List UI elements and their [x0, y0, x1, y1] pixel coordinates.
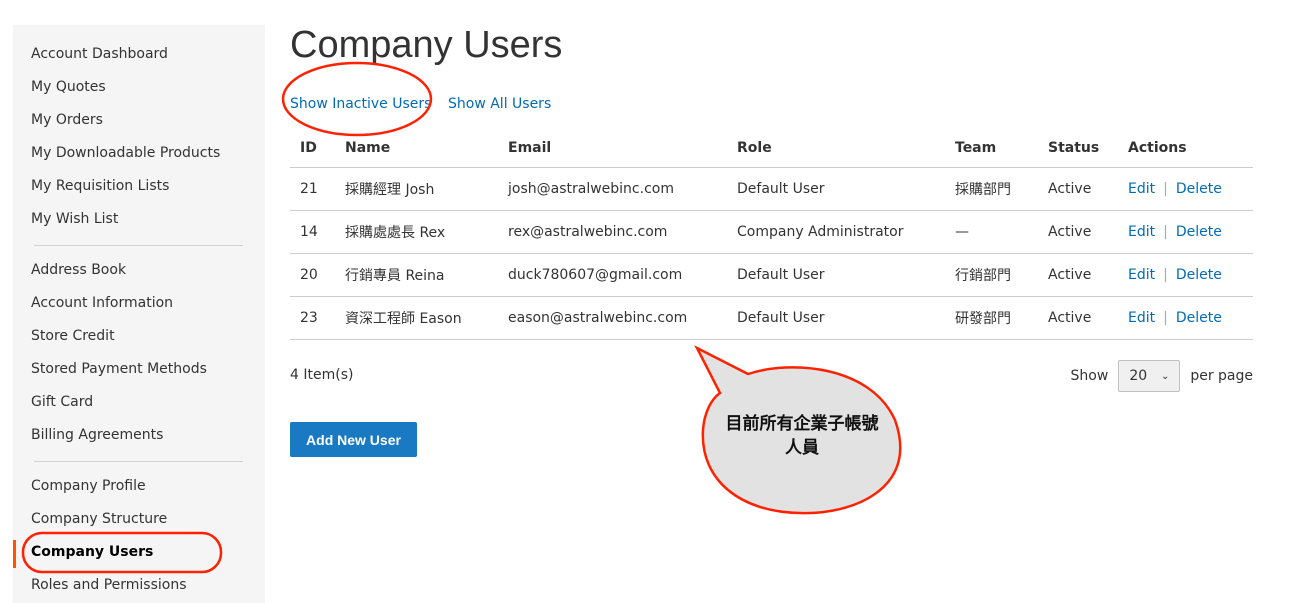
- callout-line-2: 人員: [785, 438, 819, 458]
- edit-link[interactable]: Edit: [1128, 310, 1155, 326]
- cell-actions: Edit | Delete: [1118, 253, 1253, 297]
- per-page-label: per page: [1190, 368, 1253, 384]
- sidebar-item-billing-agreements[interactable]: Billing Agreements: [31, 427, 163, 443]
- sidebar-item-my-orders[interactable]: My Orders: [31, 112, 103, 128]
- cell-status: Active: [1038, 167, 1118, 211]
- col-id: ID: [290, 130, 335, 168]
- sidebar-item-address-book[interactable]: Address Book: [31, 262, 126, 278]
- table-row: 20 行銷專員 Reina duck780607@gmail.com Default …: [290, 253, 1253, 297]
- cell-role: Company Administrator: [727, 210, 945, 254]
- page-title: Company Users: [290, 24, 563, 66]
- edit-link[interactable]: Edit: [1128, 267, 1155, 283]
- cell-id: 21: [290, 167, 335, 211]
- sidebar-item-gift-card[interactable]: Gift Card: [31, 394, 93, 410]
- delete-link[interactable]: Delete: [1176, 181, 1222, 197]
- cell-id: 14: [290, 210, 335, 254]
- col-team: Team: [945, 130, 1038, 168]
- col-role: Role: [727, 130, 945, 168]
- cell-email: duck780607@gmail.com: [498, 253, 727, 297]
- cell-email: eason@astralwebinc.com: [498, 296, 727, 340]
- per-page-select[interactable]: 20 ⌄: [1118, 360, 1181, 392]
- action-separator: |: [1163, 309, 1168, 326]
- callout-text: 目前所有企業子帳號 人員: [712, 412, 892, 460]
- cell-id: 20: [290, 253, 335, 297]
- sidebar-divider: [34, 245, 243, 246]
- add-new-user-button[interactable]: Add New User: [290, 422, 417, 457]
- sidebar-item-my-wish-list[interactable]: My Wish List: [31, 211, 118, 227]
- col-email: Email: [498, 130, 727, 168]
- delete-link[interactable]: Delete: [1176, 224, 1222, 240]
- account-sidebar: Account Dashboard My Quotes My Orders My Do…: [13, 25, 265, 603]
- edit-link[interactable]: Edit: [1128, 181, 1155, 197]
- action-separator: |: [1163, 223, 1168, 240]
- col-status: Status: [1038, 130, 1118, 168]
- show-inactive-users-link[interactable]: Show Inactive Users: [290, 96, 431, 112]
- chevron-down-icon: ⌄: [1160, 370, 1170, 382]
- cell-team: 採購部門: [945, 167, 1038, 211]
- sidebar-item-my-quotes[interactable]: My Quotes: [31, 79, 106, 95]
- cell-team: 研發部門: [945, 296, 1038, 340]
- show-all-users-link[interactable]: Show All Users: [448, 96, 551, 112]
- callout-line-1: 目前所有企業子帳號: [725, 414, 879, 434]
- action-separator: |: [1163, 180, 1168, 197]
- cell-email: josh@astralwebinc.com: [498, 167, 727, 211]
- sidebar-item-store-credit[interactable]: Store Credit: [31, 328, 115, 344]
- sidebar-divider: [34, 461, 243, 462]
- cell-actions: Edit | Delete: [1118, 167, 1253, 211]
- sidebar-item-company-profile[interactable]: Company Profile: [31, 478, 146, 494]
- cell-team: 行銷部門: [945, 253, 1038, 297]
- page-limiter: Show 20 ⌄ per page: [1071, 360, 1253, 392]
- sidebar-item-stored-payment-methods[interactable]: Stored Payment Methods: [31, 361, 207, 377]
- cell-status: Active: [1038, 210, 1118, 254]
- cell-status: Active: [1038, 296, 1118, 340]
- sidebar-item-account-information[interactable]: Account Information: [31, 295, 173, 311]
- active-indicator: [13, 540, 16, 568]
- cell-email: rex@astralwebinc.com: [498, 210, 727, 254]
- sidebar-item-company-structure[interactable]: Company Structure: [31, 511, 167, 527]
- cell-name: 採購處處長 Rex: [335, 210, 498, 254]
- delete-link[interactable]: Delete: [1176, 267, 1222, 283]
- sidebar-item-roles-and-permissions[interactable]: Roles and Permissions: [31, 577, 187, 593]
- sidebar-item-company-users[interactable]: Company Users: [31, 544, 153, 560]
- table-row: 21 採購經理 Josh josh@astralwebinc.com Default …: [290, 167, 1253, 211]
- table-row: 23 資深工程師 Eason eason@astralwebinc.com Defau…: [290, 296, 1253, 340]
- sidebar-item-my-requisition-lists[interactable]: My Requisition Lists: [31, 178, 169, 194]
- cell-name: 行銷專員 Reina: [335, 253, 498, 297]
- cell-team: —: [945, 210, 1038, 254]
- action-separator: |: [1163, 266, 1168, 283]
- item-count: 4 Item(s): [290, 367, 354, 383]
- col-actions: Actions: [1118, 130, 1253, 168]
- sidebar-item-account-dashboard[interactable]: Account Dashboard: [31, 46, 168, 62]
- col-name: Name: [335, 130, 498, 168]
- cell-role: Default User: [727, 253, 945, 297]
- cell-name: 採購經理 Josh: [335, 167, 498, 211]
- edit-link[interactable]: Edit: [1128, 224, 1155, 240]
- show-label: Show: [1070, 368, 1109, 384]
- cell-id: 23: [290, 296, 335, 340]
- cell-actions: Edit | Delete: [1118, 210, 1253, 254]
- cell-name: 資深工程師 Eason: [335, 296, 498, 340]
- cell-status: Active: [1038, 253, 1118, 297]
- per-page-value: 20: [1129, 368, 1148, 384]
- company-users-table: ID Name Email Role Team Status Actions 2…: [290, 130, 1253, 340]
- cell-actions: Edit | Delete: [1118, 296, 1253, 340]
- sidebar-item-my-downloadable-products[interactable]: My Downloadable Products: [31, 145, 220, 161]
- table-row: 14 採購處處長 Rex rex@astralwebinc.com Company A…: [290, 210, 1253, 254]
- cell-role: Default User: [727, 296, 945, 340]
- cell-role: Default User: [727, 167, 945, 211]
- delete-link[interactable]: Delete: [1176, 310, 1222, 326]
